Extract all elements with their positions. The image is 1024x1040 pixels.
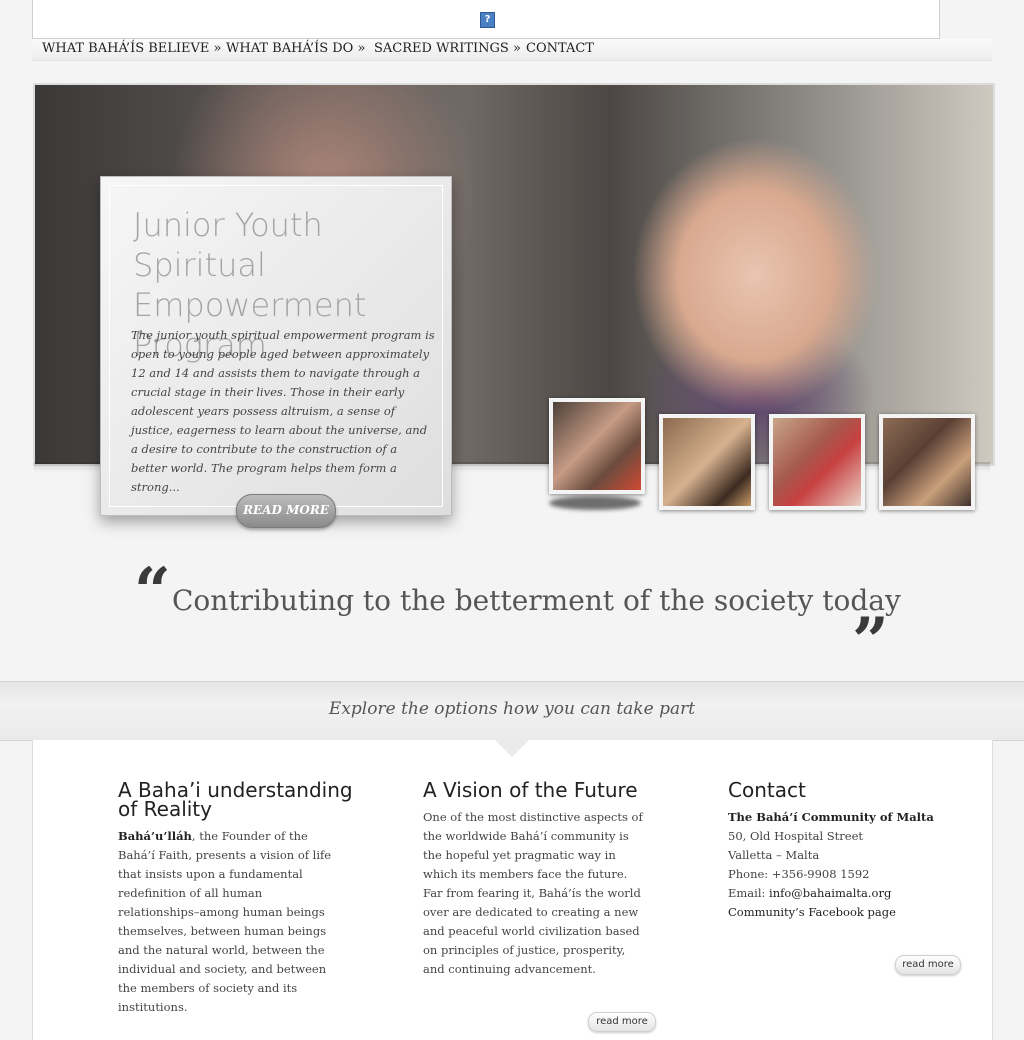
reality-text: Bahá’u’lláh, the Founder of the Bahá’í F… (118, 827, 340, 1017)
contact-info: The Bahá’í Community of Malta 50, Old Ho… (728, 808, 968, 922)
contact-read-more-button[interactable]: read more (895, 955, 961, 975)
contact-address2: Valletta – Malta (728, 848, 820, 862)
nav-item-contact[interactable]: CONTACT (526, 41, 594, 56)
contact-address1: 50, Old Hospital Street (728, 829, 864, 843)
slide-thumbnail-4[interactable] (879, 414, 975, 510)
slide-description: The junior youth spiritual empowerment p… (131, 328, 435, 494)
contact-title: Contact (728, 778, 806, 802)
nav-item-beliefs[interactable]: WHAT BAHÁ’ÍS BELIEVE » (42, 41, 222, 56)
bahaullah-link[interactable]: Bahá’u’lláh (118, 829, 192, 843)
quote-open-icon: “ (134, 554, 171, 629)
slide-read-more-button[interactable]: READ MORE (236, 494, 336, 528)
contact-org: The Bahá’í Community of Malta (728, 810, 934, 824)
contact-email-label: Email: (728, 886, 770, 900)
slide-thumbnail-3[interactable] (769, 414, 865, 510)
section-pointer-arrow (494, 739, 530, 757)
active-thumb-shadow (549, 496, 641, 510)
contact-email-link[interactable]: info@bahaimalta.org (769, 886, 891, 900)
vision-text: One of the most distinctive aspects of t… (423, 810, 643, 976)
nav-item-sacred-writings[interactable]: SACRED WRITINGS » (374, 41, 521, 56)
contact-phone: Phone: +356-9908 1592 (728, 867, 870, 881)
reality-body: , the Founder of the Bahá’í Faith, prese… (118, 829, 332, 1014)
explore-heading: Explore the options how you can take par… (328, 699, 696, 719)
logo-placeholder-icon[interactable]: ? (480, 12, 495, 28)
slide-caption-card: Junior Youth Spiritual Empowerment Progr… (100, 176, 452, 516)
vision-read-more-button[interactable]: read more (588, 1012, 656, 1032)
slide-thumbnail-1[interactable] (549, 398, 645, 494)
nav-item-activities[interactable]: WHAT BAHÁ’ÍS DO » (226, 41, 365, 56)
tagline-quote: Contributing to the betterment of the so… (172, 584, 901, 617)
vision-title: A Vision of the Future (423, 778, 638, 802)
slide-thumbnail-2[interactable] (659, 414, 755, 510)
quote-close-icon: ” (852, 604, 889, 679)
reality-title-line2: of Reality (118, 797, 212, 821)
main-nav: WHAT BAHÁ’ÍS BELIEVE » WHAT BAHÁ’ÍS DO »… (32, 39, 992, 61)
header-bar: ? (32, 0, 940, 39)
facebook-link[interactable]: Community’s Facebook page (728, 905, 896, 919)
